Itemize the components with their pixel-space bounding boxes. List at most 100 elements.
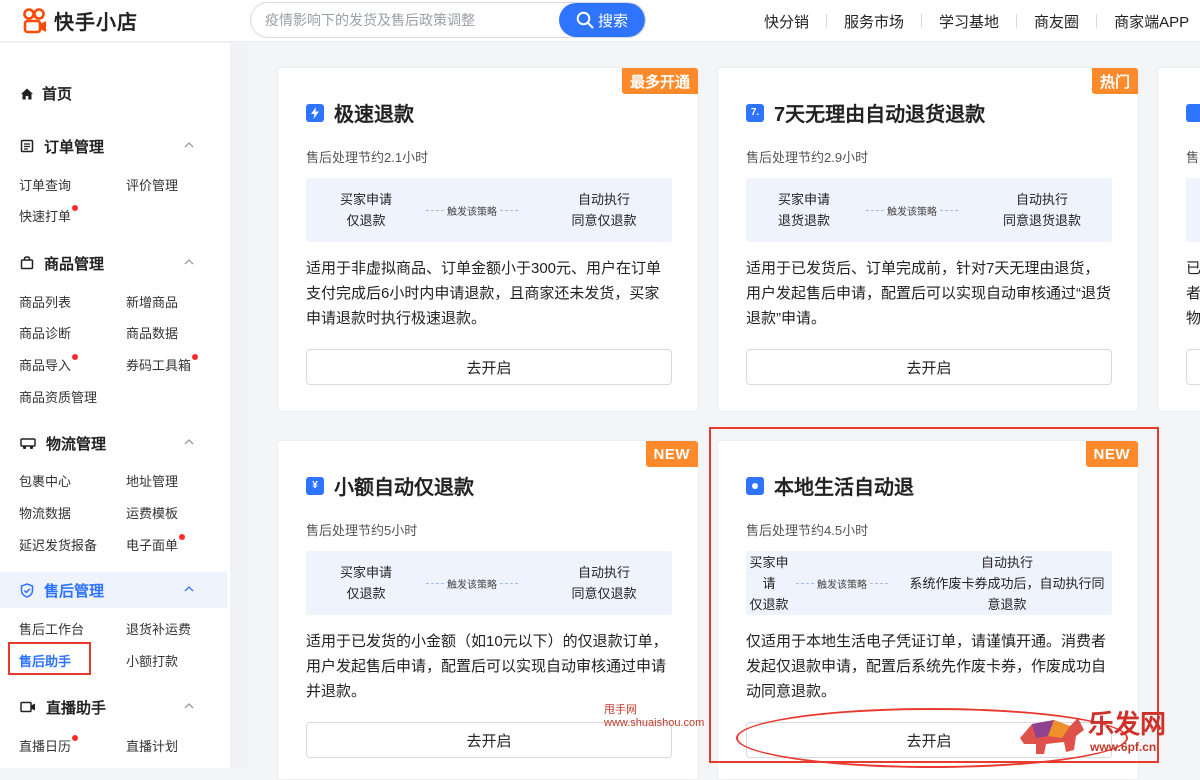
order-list-icon [20,139,34,153]
card-description-line: 物 [1186,310,1200,327]
logo[interactable]: 快手小店 [22,0,138,42]
watermark-cattle-logo-icon [1020,718,1084,754]
flow-action-line: 同意退货退款 [1002,213,1081,228]
sidebar-item-label: 直播日历 [19,739,72,754]
card-title-text: 7天无理由自动退货退款 [774,104,986,126]
sidebar-item-home[interactable]: 首页 [20,83,72,104]
sidebar-group-aftersale: 售后管理 [0,572,227,608]
flow-action-line: 自动执行 [1015,192,1068,207]
nav-service-market[interactable]: 服务市场 [827,11,921,32]
sidebar-scrollbar[interactable] [230,43,248,768]
seven-icon: 7. [746,103,764,122]
yen-icon: ¥ [306,476,324,495]
card-description: 适用于已发货的小金额（如10元以下）的仅退款订单，用户发起售后申请，配置后可以实… [306,633,668,700]
sidebar-item-product-import[interactable]: 商品导入 [19,354,79,374]
notification-dot [72,354,79,360]
sidebar-item-review-manage[interactable]: 评价管理 [126,175,178,194]
sidebar-group-live: 直播助手 [0,689,227,725]
card-flow [1186,178,1200,242]
shield-check-icon [20,582,34,598]
sidebar-group-title: 商品管理 [44,255,105,273]
sidebar-item-e-waybill[interactable]: 电子面单 [126,534,186,554]
card-flow: 买家申请 仅退款 触发该策略 自动执行 同意仅退款 [306,551,672,615]
sidebar-group-head-products[interactable]: 商品管理 [0,245,227,281]
sidebar-group-head-orders[interactable]: 订单管理 [0,128,227,164]
sidebar-item-delay-report[interactable]: 延迟发货报备 [19,535,97,554]
watermark-6pf-text: 乐发网 [1088,710,1167,740]
watermark-6pf-url: www.6pf.cn [1090,740,1157,754]
sidebar-home-label: 首页 [42,86,73,103]
search-box: 搜索 [250,2,646,38]
flow-trigger-line: 买家申请 [339,192,392,207]
sidebar-item-small-payment[interactable]: 小额打款 [126,651,178,670]
sidebar-group-logistics: 物流管理 [0,425,227,461]
nav-kuaifenxiao[interactable]: 快分销 [764,11,826,32]
sidebar-item-aftersale-workbench[interactable]: 售后工作台 [19,619,84,638]
flow-action-line: 自动执行 [577,192,630,207]
sidebar-item-quick-print[interactable]: 快速打单 [19,205,79,225]
sidebar-item-add-product[interactable]: 新增商品 [126,292,178,311]
sidebar-item-live-plan[interactable]: 直播计划 [126,736,178,755]
flow-action: 自动执行 同意仅退款 [536,551,672,615]
sidebar-item-logistics-data[interactable]: 物流数据 [19,503,71,522]
sidebar-group-head-logistics[interactable]: 物流管理 [0,425,227,461]
flow-action-line: 自动执行 [577,565,630,580]
sidebar-item-address-manage[interactable]: 地址管理 [126,471,178,490]
top-header: 快手小店 搜索 快分销 服务市场 学习基地 商友圈 商家端APP [0,0,1200,42]
sidebar-group-head-live[interactable]: 直播助手 [0,689,227,725]
flow-trigger-line: 买家申请 [777,192,830,207]
watermark-shuaishou-text: 甩手网 [604,704,637,716]
sidebar-item-product-list[interactable]: 商品列表 [19,292,71,311]
card-flow: 买家申请 退货退款 触发该策略 自动执行 同意退货退款 [746,178,1112,242]
card-badge: 最多开通 [621,68,698,94]
card-time-saved: 售后处理节约2.1小时 [306,150,429,165]
flow-trigger: 买家申请 仅退款 [306,551,426,615]
nav-merchant-circle[interactable]: 商友圈 [1017,11,1096,32]
enable-button[interactable]: 去开启 [306,349,672,385]
home-icon [21,88,33,99]
flow-trigger-line: 仅退款 [346,213,386,228]
kuaishou-logo-icon [23,7,46,33]
sidebar-item-coupon-toolbox[interactable]: 券码工具箱 [126,354,199,374]
enable-button[interactable]: 去开启 [746,349,1112,385]
watermark-shuaishou-url: www.shuaishou.com [604,717,705,729]
flow-trigger: 买家申请 仅退款 [306,178,426,242]
sidebar-item-product-qualification[interactable]: 商品资质管理 [19,387,97,406]
flow-dash [426,582,444,584]
card-time-saved: 售后处理节约5小时 [306,523,418,538]
sidebar-group-products: 商品管理 [0,245,227,281]
sidebar-group-title: 售后管理 [44,582,105,600]
enable-button[interactable] [1186,349,1200,385]
chevron-up-icon [184,259,194,265]
sidebar-item-live-calendar[interactable]: 直播日历 [19,735,79,755]
flow-arrow: 触发该策略 [426,575,518,591]
flow-action-line: 同意仅退款 [571,586,637,601]
strategy-card-7day-return: 热门 7. 7天无理由自动退货退款 售后处理节约2.9小时 买家申请 退货退款 … [717,67,1139,412]
search-input[interactable] [251,3,561,37]
card-title: ¥ 小额自动仅退款 [306,471,474,500]
logo-text: 快手小店 [54,12,138,34]
sidebar-item-return-freight[interactable]: 退货补运费 [126,619,191,638]
top-nav: 快分销 服务市场 学习基地 商友圈 商家端APP [764,0,1200,42]
sidebar-item-freight-template[interactable]: 运费模板 [126,503,178,522]
sidebar-item-product-diagnosis[interactable]: 商品诊断 [19,323,71,342]
sidebar-group-head-aftersale[interactable]: 售后管理 [0,572,227,608]
card-flow: 买家申请 仅退款 触发该策略 自动执行 同意仅退款 [306,178,672,242]
sidebar-item-product-data[interactable]: 商品数据 [126,323,178,342]
flow-trigger-line: 退货退款 [777,213,830,228]
sidebar-item-package-center[interactable]: 包裹中心 [19,471,71,490]
strategy-card-partial: 售 已 者 物 [1157,67,1200,412]
nav-learning-base[interactable]: 学习基地 [922,11,1016,32]
card-time-saved: 售 [1186,150,1200,165]
card-title-text: 极速退款 [334,104,414,126]
search-button-label: 搜索 [597,12,628,30]
card-badge: NEW [645,441,698,467]
nav-merchant-app[interactable]: 商家端APP [1097,11,1200,32]
flow-trigger-line: 仅退款 [346,586,386,601]
flow-arrow-label: 触发该策略 [447,579,497,591]
flow-action: 自动执行 同意仅退款 [536,178,672,242]
card-title: 极速退款 [306,98,414,127]
sidebar-item-order-query[interactable]: 订单查询 [19,175,71,194]
sidebar-group-title: 直播助手 [46,699,107,717]
search-button[interactable]: 搜索 [559,3,645,37]
